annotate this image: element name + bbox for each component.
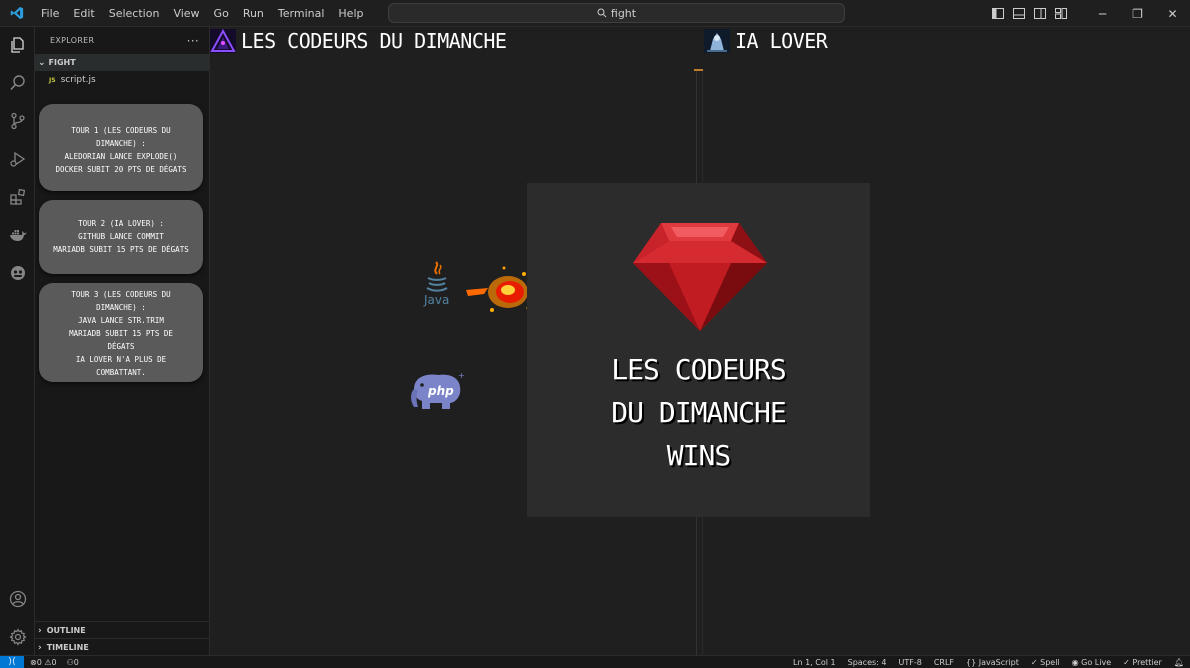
- double-check-icon: ✓: [1123, 658, 1130, 667]
- team-right-avatar-icon: [704, 29, 730, 53]
- java-cup-icon: [426, 261, 448, 292]
- svg-text:+: +: [458, 371, 465, 380]
- check-icon: ✓: [1030, 658, 1038, 667]
- timeline-section[interactable]: › TIMELINE: [35, 638, 210, 656]
- menu-bar: File Edit Selection View Go Run Terminal…: [34, 0, 370, 27]
- prettier-status[interactable]: ✓ Prettier: [1123, 658, 1162, 667]
- java-label: Java: [424, 293, 450, 307]
- status-left: ⊗0 ⚠0 ⚇0: [24, 658, 79, 667]
- warning-icon: ⚠: [44, 657, 52, 667]
- source-control-icon[interactable]: [0, 103, 35, 139]
- indentation[interactable]: Spaces: 4: [848, 658, 887, 667]
- problems-status[interactable]: ⊗0 ⚠0: [30, 658, 57, 667]
- activity-bar: [0, 27, 35, 655]
- toggle-secondary-sidebar-icon[interactable]: [1029, 0, 1050, 27]
- chevron-right-icon: ›: [38, 642, 42, 653]
- go-live-label: Go Live: [1081, 658, 1112, 667]
- battle-log-card: TOUR 1 (LES CODEURS DU DIMANCHE) : ALEDO…: [39, 104, 203, 191]
- file-name: script.js: [60, 75, 96, 85]
- php-elephant-fighter: php +: [411, 371, 465, 409]
- team-right-name: IA LOVER: [735, 29, 828, 53]
- copilot-icon[interactable]: [0, 255, 35, 291]
- error-icon: ⊗: [30, 657, 37, 667]
- menu-selection[interactable]: Selection: [102, 0, 167, 27]
- extensions-icon[interactable]: [0, 179, 35, 215]
- language-label: JavaScript: [978, 658, 1019, 667]
- battle-log-card: TOUR 3 (LES CODEURS DU DIMANCHE) : JAVA …: [39, 283, 203, 382]
- java-fighter: Java: [420, 260, 454, 312]
- spell-check[interactable]: ✓ Spell: [1031, 658, 1060, 667]
- menu-view[interactable]: View: [166, 0, 206, 27]
- explorer-files-icon[interactable]: [0, 27, 35, 63]
- status-bar: ⟩⟨ ⊗0 ⚠0 ⚇0 Ln 1, Col 1 Spaces: 4 UTF-8 …: [0, 655, 1190, 668]
- search-activity-icon[interactable]: [0, 65, 35, 101]
- docker-icon[interactable]: [0, 217, 35, 253]
- search-text: fight: [610, 6, 637, 20]
- restore-icon[interactable]: ❐: [1120, 0, 1155, 27]
- spell-label: Spell: [1040, 658, 1060, 667]
- explorer-sidebar: EXPLORER ··· ⌄ FIGHT JS script.js TOUR 1…: [35, 27, 210, 655]
- vscode-logo-icon: [0, 0, 34, 27]
- timeline-label: TIMELINE: [46, 643, 89, 652]
- ports-status[interactable]: ⚇0: [67, 658, 79, 667]
- warning-count: 0: [51, 657, 57, 667]
- outline-section[interactable]: › OUTLINE: [35, 621, 210, 639]
- winner-text: LES CODEURS DU DIMANCHE WINS: [611, 353, 786, 472]
- folder-name: FIGHT: [48, 58, 76, 67]
- explorer-title: EXPLORER: [50, 36, 95, 45]
- menu-go[interactable]: Go: [207, 0, 236, 27]
- outline-label: OUTLINE: [46, 626, 86, 635]
- ruby-gem-icon: [633, 223, 767, 331]
- prettier-label: Prettier: [1132, 658, 1162, 667]
- title-bar: File Edit Selection View Go Run Terminal…: [0, 0, 1190, 27]
- customize-layout-icon[interactable]: [1050, 0, 1071, 27]
- ports-count: 0: [73, 657, 79, 667]
- toggle-primary-sidebar-icon[interactable]: [987, 0, 1008, 27]
- team-left-name: LES CODEURS DU DIMANCHE: [241, 29, 507, 53]
- close-icon[interactable]: ✕: [1155, 0, 1190, 27]
- arena-marker: [694, 69, 703, 71]
- notifications-bell-icon[interactable]: 🔔︎: [1174, 658, 1184, 667]
- end-of-line[interactable]: CRLF: [934, 658, 954, 667]
- error-count: 0: [36, 657, 42, 667]
- battle-log-card: TOUR 2 (IA LOVER) : GITHUB LANCE COMMIT …: [39, 200, 203, 274]
- run-debug-icon[interactable]: [0, 141, 35, 177]
- settings-gear-icon[interactable]: [0, 619, 35, 655]
- command-center-search[interactable]: fight: [388, 3, 845, 23]
- team-left-header: LES CODEURS DU DIMANCHE: [210, 27, 507, 55]
- accounts-icon[interactable]: [0, 581, 35, 617]
- team-left-avatar-icon: [210, 29, 236, 53]
- victory-panel: LES CODEURS DU DIMANCHE WINS: [527, 183, 870, 517]
- chevron-right-icon: ›: [38, 625, 42, 636]
- javascript-file-icon: JS: [49, 76, 56, 84]
- game-view: LES CODEURS DU DIMANCHE IA LOVER Java ph…: [210, 27, 1190, 655]
- chevron-down-icon: ⌄: [38, 57, 46, 68]
- broadcast-icon: ⚇: [66, 657, 74, 667]
- encoding[interactable]: UTF-8: [898, 658, 921, 667]
- explorer-header: EXPLORER ···: [35, 27, 209, 54]
- vscode-window: File Edit Selection View Go Run Terminal…: [0, 0, 1190, 668]
- menu-edit[interactable]: Edit: [66, 0, 101, 27]
- toggle-panel-icon[interactable]: [1008, 0, 1029, 27]
- menu-terminal[interactable]: Terminal: [271, 0, 332, 27]
- window-controls: ─ ❐ ✕: [987, 0, 1190, 27]
- remote-indicator-icon[interactable]: ⟩⟨: [0, 655, 24, 668]
- broadcast-icon: ◉: [1071, 658, 1079, 667]
- more-actions-icon[interactable]: ···: [187, 34, 199, 48]
- go-live-button[interactable]: ◉ Go Live: [1072, 658, 1112, 667]
- search-icon: [597, 8, 607, 18]
- file-script-js[interactable]: JS script.js: [35, 71, 209, 89]
- team-right-header: IA LOVER: [704, 27, 828, 55]
- braces-icon: {}: [966, 658, 977, 667]
- cursor-position[interactable]: Ln 1, Col 1: [793, 658, 836, 667]
- php-label: php: [427, 384, 454, 398]
- minimize-icon[interactable]: ─: [1085, 0, 1120, 27]
- language-mode[interactable]: {} JavaScript: [966, 658, 1019, 667]
- menu-run[interactable]: Run: [236, 0, 271, 27]
- status-right: Ln 1, Col 1 Spaces: 4 UTF-8 CRLF {} Java…: [793, 656, 1184, 668]
- menu-file[interactable]: File: [34, 0, 66, 27]
- menu-help[interactable]: Help: [331, 0, 370, 27]
- folder-fight[interactable]: ⌄ FIGHT: [35, 54, 209, 71]
